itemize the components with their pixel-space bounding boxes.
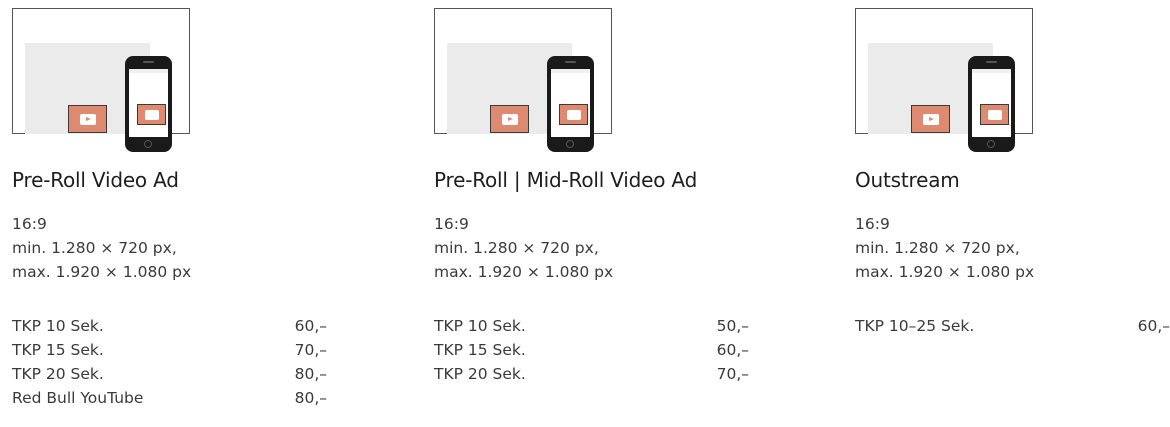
device-illustration [12,0,192,152]
price-row: TKP 20 Sek. 80,– [12,362,327,386]
product-title: Pre-Roll Video Ad [12,168,179,192]
phone-home-button [987,140,995,148]
spec-line: 16:9 [855,215,890,233]
product-title: Outstream [855,168,960,192]
price-row: Red Bull YouTube 80,– [12,386,327,410]
smartphone-icon [547,56,594,152]
video-play-icon [911,105,950,133]
price-label: Red Bull YouTube [12,389,144,407]
video-play-icon [559,104,588,125]
price-label: TKP 10–25 Sek. [855,317,975,335]
product-title: Pre-Roll | Mid-Roll Video Ad [434,168,698,192]
price-label: TKP 10 Sek. [434,317,526,335]
price-value: 70,– [294,341,327,359]
smartphone-icon [968,56,1015,152]
price-row: TKP 10–25 Sek. 60,– [855,314,1170,338]
product-card-pre-roll: Pre-Roll Video Ad 16:9 min. 1.280 × 720 … [12,0,327,407]
price-list: TKP 10 Sek. 50,– TKP 15 Sek. 60,– TKP 20… [434,314,749,386]
price-value: 60,– [1137,317,1170,335]
phone-screen [129,69,168,137]
price-row: TKP 15 Sek. 70,– [12,338,327,362]
price-list: TKP 10–25 Sek. 60,– [855,314,1170,338]
phone-screen [972,69,1011,137]
price-value: 80,– [294,365,327,383]
spec-line: max. 1.920 × 1.080 px [855,263,1035,281]
spec-line: max. 1.920 × 1.080 px [434,263,614,281]
price-row: TKP 20 Sek. 70,– [434,362,749,386]
phone-home-button [144,140,152,148]
video-play-icon [137,104,166,125]
spec-line: 16:9 [12,215,47,233]
spec-line: min. 1.280 × 720 px, [12,239,177,257]
price-row: TKP 10 Sek. 60,– [12,314,327,338]
video-play-icon [980,104,1009,125]
price-value: 60,– [294,317,327,335]
phone-screen [551,69,590,137]
price-label: TKP 15 Sek. [434,341,526,359]
format-specs: 16:9 min. 1.280 × 720 px, max. 1.920 × 1… [12,212,191,284]
product-card-mid-roll: Pre-Roll | Mid-Roll Video Ad 16:9 min. 1… [434,0,749,383]
price-label: TKP 20 Sek. [434,365,526,383]
device-illustration [855,0,1035,152]
product-card-outstream: Outstream 16:9 min. 1.280 × 720 px, max.… [855,0,1170,335]
spec-line: min. 1.280 × 720 px, [855,239,1020,257]
video-play-icon [68,105,107,133]
device-illustration [434,0,614,152]
price-value: 60,– [716,341,749,359]
price-row: TKP 10 Sek. 50,– [434,314,749,338]
spec-line: max. 1.920 × 1.080 px [12,263,192,281]
price-value: 70,– [716,365,749,383]
phone-home-button [566,140,574,148]
spec-line: min. 1.280 × 720 px, [434,239,599,257]
price-value: 80,– [294,389,327,407]
price-row: TKP 15 Sek. 60,– [434,338,749,362]
smartphone-icon [125,56,172,152]
spec-line: 16:9 [434,215,469,233]
price-list: TKP 10 Sek. 60,– TKP 15 Sek. 70,– TKP 20… [12,314,327,410]
price-label: TKP 10 Sek. [12,317,104,335]
video-play-icon [490,105,529,133]
price-label: TKP 15 Sek. [12,341,104,359]
format-specs: 16:9 min. 1.280 × 720 px, max. 1.920 × 1… [855,212,1034,284]
format-specs: 16:9 min. 1.280 × 720 px, max. 1.920 × 1… [434,212,613,284]
price-value: 50,– [716,317,749,335]
price-label: TKP 20 Sek. [12,365,104,383]
